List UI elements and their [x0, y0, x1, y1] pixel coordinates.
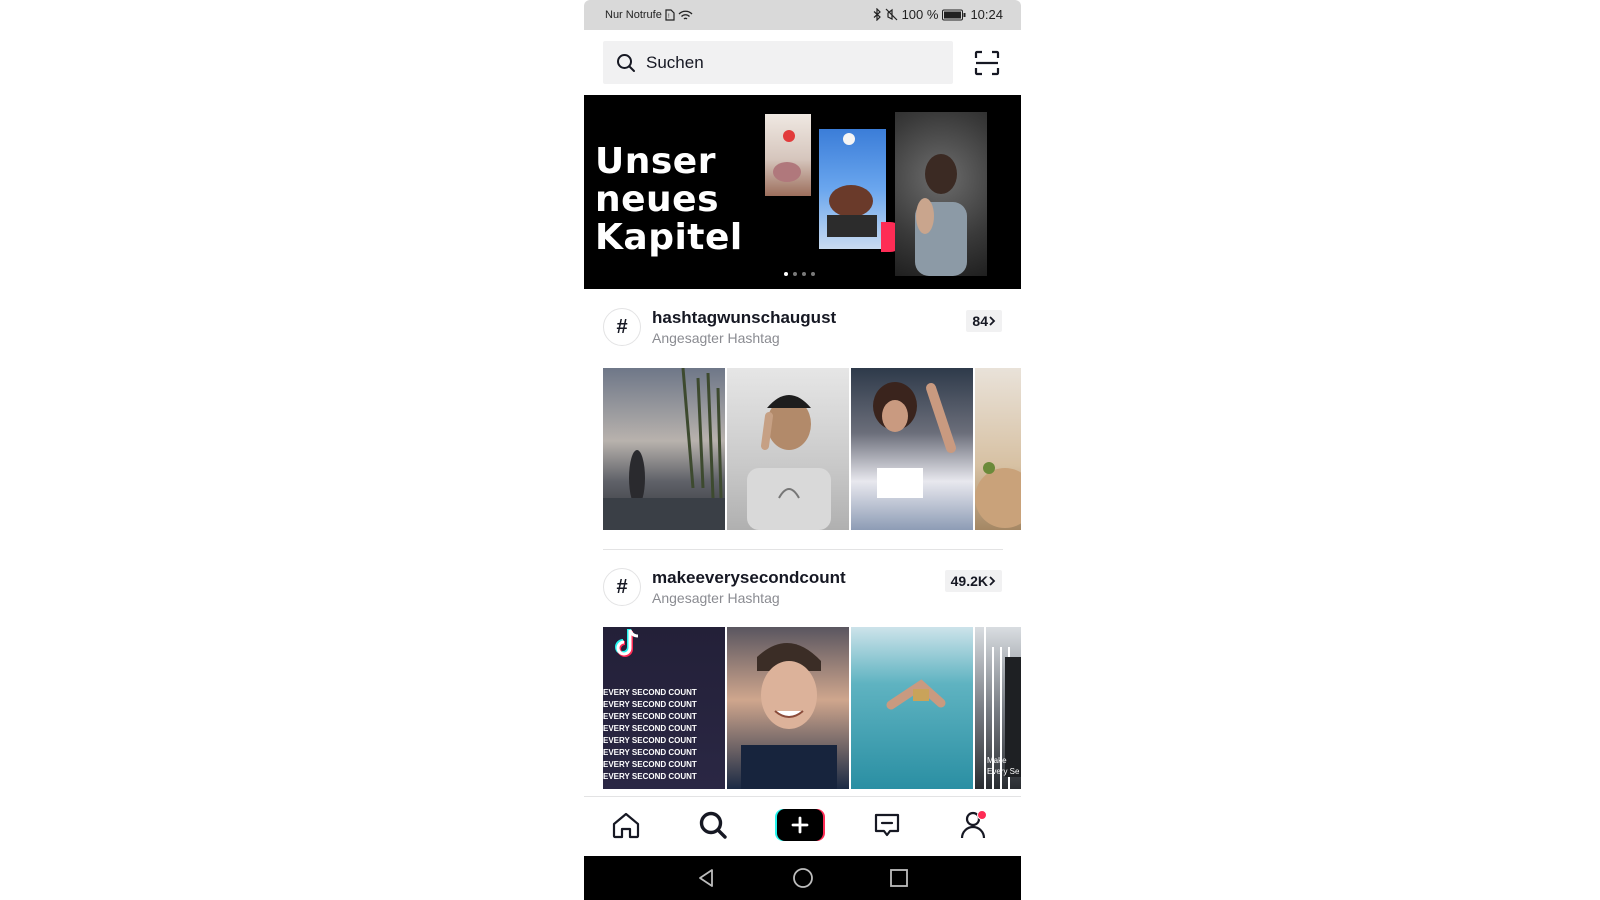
search-input[interactable]: [644, 51, 928, 74]
video-count-badge[interactable]: 49.2K: [944, 570, 1002, 592]
search-icon: [616, 53, 636, 73]
sim-icon: !: [665, 9, 675, 21]
phone-screen: Nur Notrufe ! 100 % 10:24 Suchen Unser n…: [584, 0, 1021, 900]
video-count-badge[interactable]: 84: [966, 310, 1002, 332]
hashtag-subtitle: Angesagter Hashtag: [652, 330, 780, 346]
hashtag-icon: #: [603, 568, 641, 606]
clock: 10:24: [970, 7, 1003, 22]
recents-square-icon: [890, 869, 908, 887]
video-thumbnail[interactable]: [727, 627, 849, 789]
system-nav-bar: [584, 856, 1021, 900]
banner-pagination: [784, 272, 815, 276]
video-count: 84: [972, 313, 988, 329]
video-caption: Make Every Se: [987, 756, 1020, 776]
video-thumbnail[interactable]: [727, 368, 849, 530]
video-thumbnail[interactable]: Make Every Se: [975, 627, 1021, 789]
video-strip: [603, 368, 1021, 530]
banner-image: [765, 114, 811, 196]
video-thumbnail[interactable]: [851, 368, 973, 530]
banner-title: Unser neues Kapitel: [595, 141, 743, 258]
status-bar: Nur Notrufe ! 100 % 10:24: [584, 0, 1021, 30]
hashtag-subtitle: Angesagter Hashtag: [652, 590, 780, 606]
video-caption: EVERY SECOND COUNT EVERY SECOND COUNT EV…: [603, 688, 697, 781]
tab-home[interactable]: [610, 809, 642, 841]
mute-icon: [885, 8, 898, 21]
inbox-icon: [874, 813, 900, 837]
back-triangle-icon: [699, 869, 713, 887]
nav-home-button[interactable]: [791, 866, 815, 890]
banner-image: [819, 129, 886, 249]
tab-inbox[interactable]: [871, 809, 903, 841]
tiktok-logo-icon: [615, 629, 639, 657]
hashtag-name: makeeverysecondcount: [652, 568, 846, 587]
video-count: 49.2K: [950, 573, 988, 589]
home-icon: [612, 812, 640, 839]
hashtag-header[interactable]: # hashtagwunschaugust Angesagter Hashtag…: [584, 300, 1021, 360]
carrier-text: Nur Notrufe: [605, 9, 662, 21]
video-thumbnail[interactable]: EVERY SECOND COUNT EVERY SECOND COUNT EV…: [603, 627, 725, 789]
nav-recents-button[interactable]: [887, 866, 911, 890]
video-thumbnail[interactable]: [975, 368, 1021, 530]
bottom-tab-bar: [584, 796, 1021, 855]
battery-icon: [942, 9, 966, 20]
chevron-right-icon: [989, 316, 996, 326]
svg-text:!: !: [668, 14, 670, 20]
wifi-icon: [678, 10, 693, 20]
banner-image: [895, 112, 987, 276]
bluetooth-icon: [873, 8, 881, 21]
hashtag-name: hashtagwunschaugust: [652, 308, 837, 327]
tab-discover[interactable]: [697, 809, 729, 841]
chevron-right-icon: [989, 576, 996, 586]
video-thumbnail[interactable]: [603, 368, 725, 530]
section-divider: [603, 549, 1003, 550]
hashtag-header[interactable]: # makeeverysecondcount Angesagter Hashta…: [584, 560, 1021, 620]
video-thumbnail[interactable]: [851, 627, 973, 789]
create-icon: [791, 816, 809, 834]
create-button[interactable]: [775, 809, 825, 841]
search-box[interactable]: [603, 41, 953, 84]
scan-icon: [974, 50, 1000, 76]
hashtag-section: # hashtagwunschaugust Angesagter Hashtag…: [584, 300, 1021, 530]
search-row: [584, 30, 1021, 94]
notification-dot: [977, 810, 987, 820]
discover-icon: [699, 811, 727, 839]
hashtag-section: # makeeverysecondcount Angesagter Hashta…: [584, 560, 1021, 789]
promo-banner[interactable]: Unser neues Kapitel: [584, 95, 1021, 289]
video-strip: EVERY SECOND COUNT EVERY SECOND COUNT EV…: [603, 627, 1021, 789]
tab-profile[interactable]: [957, 809, 989, 841]
nav-back-button[interactable]: [694, 866, 718, 890]
scan-button[interactable]: [974, 50, 1000, 76]
home-circle-icon: [793, 868, 813, 888]
hashtag-icon: #: [603, 308, 641, 346]
battery-percent: 100 %: [901, 7, 939, 22]
